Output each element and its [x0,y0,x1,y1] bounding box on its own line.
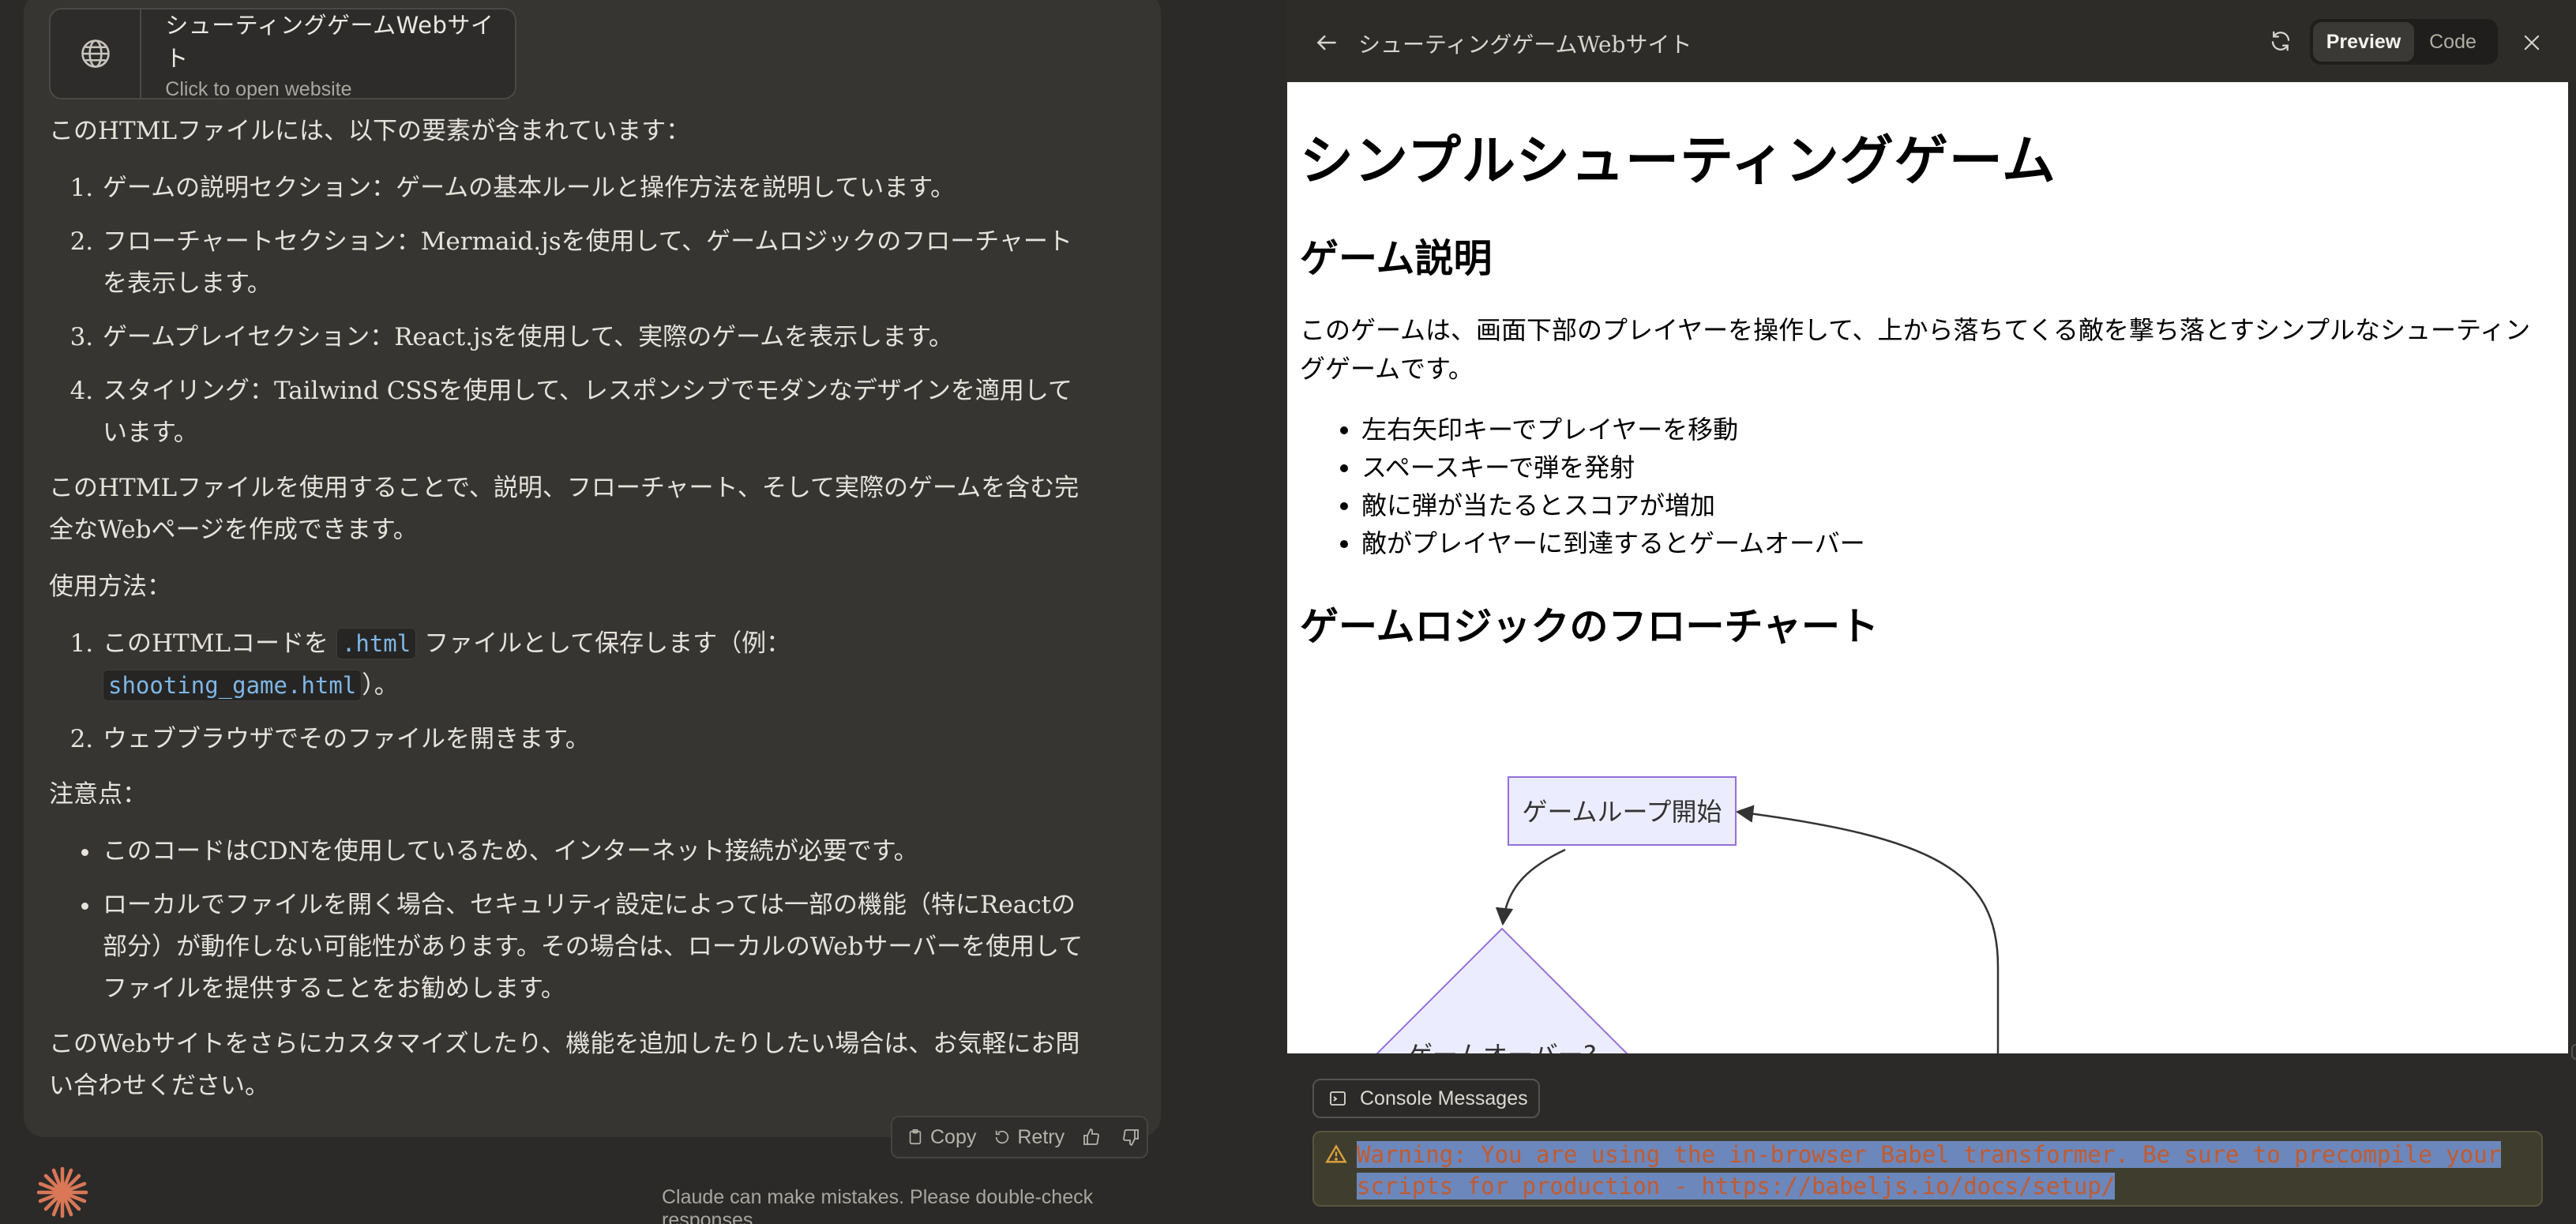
flowchart: ゲームループ開始 ゲームオーバー? [1376,776,2000,1053]
flow-edge [1735,805,2000,1053]
usage-text: ）。 [362,671,399,700]
artifact-card[interactable]: シューティングゲームWebサイト Click to open website [49,8,516,100]
claude-logo-icon [36,1166,88,1218]
artifact-icon-box [51,9,142,98]
inline-code: .html [336,628,417,659]
artifact-card-title: シューティングゲームWebサイト [165,11,494,72]
message-body: このHTMLファイルには、以下の要素が含まれています： ゲームの説明セクション：… [49,111,1091,1122]
tab-code[interactable]: Code [2414,22,2492,62]
back-button[interactable] [1311,27,1342,58]
list-item: フローチャートセクション：Mermaid.jsを使用して、ゲームロジックのフロー… [101,221,1091,305]
list-item: このコードはCDNを使用しているため、インターネット接続が必要です。 [101,831,1091,873]
terminal-icon [1330,1091,1346,1106]
usage-text: このHTMLコードを [103,629,329,658]
arrow-left-icon [1316,35,1336,51]
list-item: スペースキーで弾を発射 [1361,449,1865,486]
disclaimer-text: Claude can make mistakes. Please double-… [662,1186,1094,1224]
flow-edge [1495,848,1566,926]
list-item: ゲームプレイセクション：React.jsを使用して、実際のゲームを表示します。 [101,317,1091,359]
list-item: このHTMLコードを .html ファイルとして保存します（例： shooting… [101,623,1091,707]
list-item: ローカルでファイルを開く場合、セキュリティ設定によっては一部の機能（特にReac… [101,884,1091,1010]
notes-list: このコードはCDNを使用しているため、インターネット接続が必要です。 ローカルで… [49,831,1091,1010]
artifact-header: シューティングゲームWebサイト Preview Code [1287,0,2576,82]
flow-node-decision [1376,927,1628,1053]
list-item: 敵がプレイヤーに到達するとゲームオーバー [1361,524,1865,562]
retry-label: Retry [1017,1125,1065,1148]
list-item: 敵に弾が当たるとスコアが増加 [1361,486,1865,524]
warning-text[interactable]: Warning: You are using the in-browser Ba… [1357,1139,2533,1202]
warning-icon [1325,1144,1347,1163]
globe-icon [81,39,110,68]
usage-list: このHTMLコードを .html ファイルとして保存します（例： shooting… [49,623,1091,760]
artifact-card-subtitle: Click to open website [165,77,352,100]
refresh-button[interactable] [2265,25,2296,57]
closing-text: このWebサイトをさらにカスタマイズしたり、機能を追加したりしたい場合は、お気軽… [49,1030,1080,1100]
close-icon [2524,35,2540,51]
summary-text: このHTMLファイルを使用することで、説明、フローチャート、そして実際のゲームを… [49,474,1080,544]
artifact-panel: シューティングゲームWebサイト Preview Code シンプルシューティン… [1287,0,2576,1224]
section-heading-flowchart: ゲームロジックのフローチャート [1300,604,1879,649]
retry-icon [996,1130,1009,1144]
notes-heading: 注意点： [49,780,147,809]
clipboard-icon [909,1129,922,1145]
intro-text: このHTMLファイルには、以下の要素が含まれています： [49,117,691,145]
list-item: ウェブブラウザでそのファイルを開きます。 [101,719,1091,760]
close-button[interactable] [2516,27,2548,58]
copy-button[interactable]: Copy [907,1126,976,1149]
features-list: ゲームの説明セクション：ゲームの基本ルールと操作方法を説明しています。 フローチ… [49,167,1091,454]
description-text: このゲームは、画面下部のプレイヤーを操作して、上から落ちてくる敵を撃ち落とすシン… [1300,315,2531,384]
refresh-icon [2271,31,2290,51]
list-item: ゲームの説明セクション：ゲームの基本ルールと操作方法を説明しています。 [101,167,1091,209]
thumbs-up-icon [1083,1128,1100,1145]
retry-button[interactable]: Retry [993,1126,1065,1149]
usage-heading: 使用方法： [49,573,171,601]
page-title: シンプルシューティングゲーム [1300,130,2056,193]
resize-handle[interactable] [2571,1044,2576,1060]
tab-preview[interactable]: Preview [2313,22,2414,62]
artifact-title: シューティングゲームWebサイト [1358,32,1692,58]
list-item: 左右矢印キーでプレイヤーを移動 [1361,411,1865,449]
console-messages-tab[interactable]: Console Messages [1312,1079,1540,1118]
flow-node-start-label: ゲームループ開始 [1522,797,1722,827]
view-toggle: Preview Code [2310,19,2498,65]
thumbs-down-icon [1123,1129,1140,1146]
website-preview: シンプルシューティングゲーム ゲーム説明 このゲームは、画面下部のプレイヤーを操… [1287,82,2568,1053]
rules-list: 左右矢印キーでプレイヤーを移動 スペースキーで弾を発射 敵に弾が当たるとスコアが… [1300,411,1865,562]
console-warning: Warning: You are using the in-browser Ba… [1312,1131,2543,1207]
section-heading-description: ゲーム説明 [1300,236,1493,281]
list-item: スタイリング：Tailwind CSSを使用して、レスポンシブでモダンなデザイン… [101,370,1091,454]
warning-text-selection: Warning: You are using the in-browser Ba… [1357,1141,2502,1200]
flow-node-decision-label: ゲームオーバー? [1407,1040,1597,1053]
inline-code: shooting_game.html [103,670,362,701]
console-tab-label: Console Messages [1360,1087,1528,1109]
message-actions: Copy Retry [891,1116,1148,1158]
thumbs-up-button[interactable] [1082,1128,1107,1147]
thumbs-down-button[interactable] [1121,1128,1147,1147]
copy-label: Copy [930,1125,977,1148]
usage-text: ファイルとして保存します（例： [424,629,791,658]
chat-column: シューティングゲームWebサイト Click to open website こ… [0,0,1169,1224]
